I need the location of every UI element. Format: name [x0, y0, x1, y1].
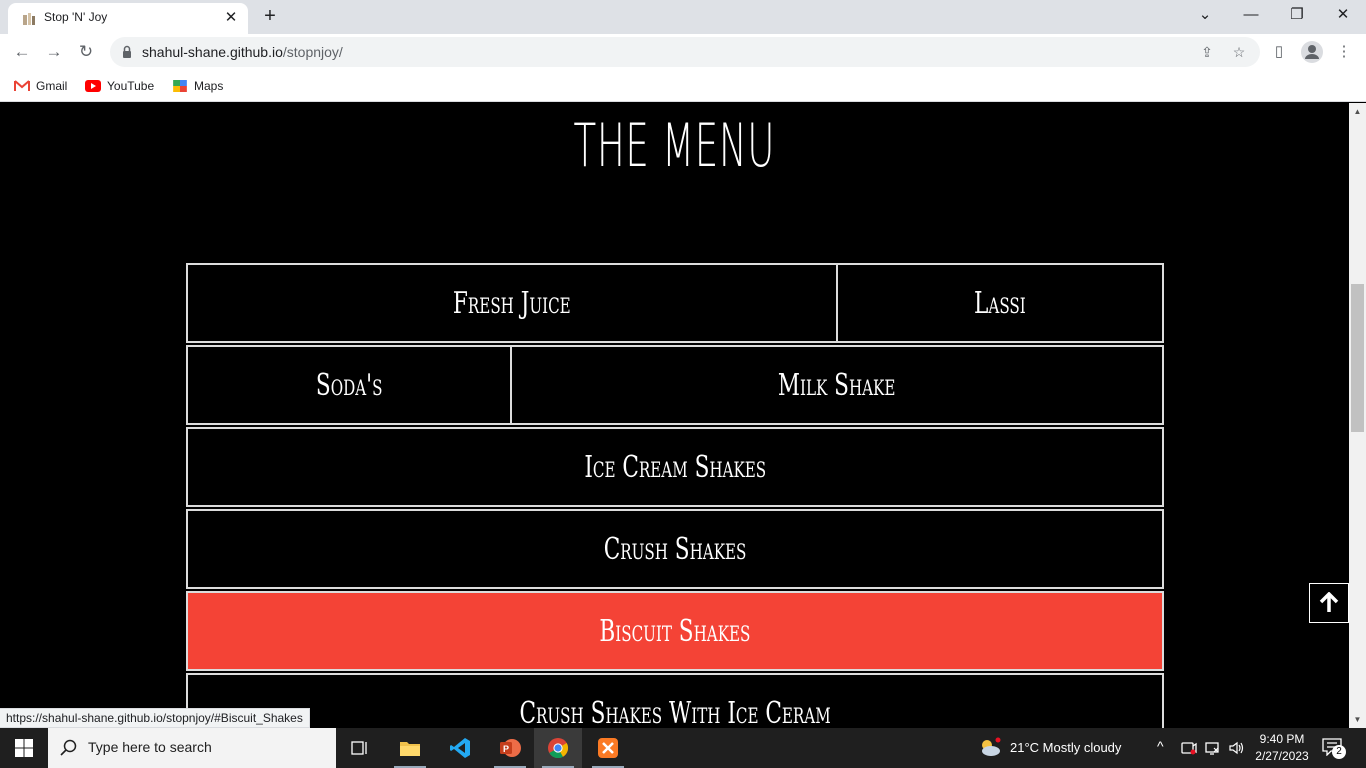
menu-item-crush-shakes[interactable]: Crush Shakes [186, 509, 1164, 589]
bookmark-label: Gmail [36, 79, 68, 93]
taskbar-clock[interactable]: 9:40 PM 2/27/2023 [1252, 731, 1312, 765]
chrome-menu-icon[interactable]: ⋮ [1332, 40, 1356, 64]
browser-toolbar: ← → ↻ shahul-shane.github.io/stopnjoy/ ⇪… [0, 34, 1366, 70]
youtube-icon [85, 79, 101, 92]
bookmark-gmail[interactable]: Gmail [14, 77, 67, 95]
bookmark-label: YouTube [107, 79, 155, 93]
menu-item-milk-shake[interactable]: Milk Shake [510, 345, 1164, 425]
weather-text[interactable]: 21°C Mostly cloudy [1010, 740, 1121, 755]
url-text: shahul-shane.github.io/stopnjoy/ [142, 44, 343, 60]
restore-icon[interactable]: ❐ [1274, 0, 1320, 30]
xampp-icon [598, 738, 618, 758]
taskbar-chrome[interactable] [534, 728, 582, 768]
page-scrollbar[interactable]: ▲ ▼ [1349, 103, 1366, 728]
menu-row: Fresh Juice Lassi [186, 263, 1164, 343]
network-icon[interactable] [1204, 740, 1220, 756]
gmail-icon [14, 80, 30, 91]
page-content: THE MENU Fresh Juice Lassi Soda's Milk S… [0, 103, 1349, 728]
tab-close-icon[interactable]: ✕ [222, 9, 240, 27]
back-to-top-button[interactable] [1309, 583, 1349, 623]
start-button[interactable] [0, 728, 48, 768]
search-placeholder: Type here to search [88, 739, 212, 755]
clock-time: 9:40 PM [1259, 732, 1305, 746]
tab-search-icon[interactable]: ⌄ [1182, 0, 1228, 30]
forward-icon[interactable]: → [40, 38, 68, 66]
weather-cloudy-icon[interactable] [976, 736, 1002, 758]
arrow-up-icon [1319, 592, 1339, 612]
notification-badge: 2 [1332, 745, 1346, 759]
share-icon[interactable]: ⇪ [1198, 43, 1216, 61]
taskbar-search[interactable]: Type here to search [48, 728, 336, 768]
url-path: /stopnjoy/ [282, 44, 343, 60]
task-view-icon [351, 741, 367, 755]
maps-icon [173, 79, 187, 92]
bookmarks-bar: Gmail YouTube Maps [0, 70, 1366, 102]
menu-item-label: Crush Shakes With Ice Ceram [519, 695, 831, 729]
vscode-icon [450, 738, 470, 758]
menu-item-fresh-juice[interactable]: Fresh Juice [186, 263, 838, 343]
new-tab-icon[interactable]: + [259, 5, 281, 27]
menu-item-label: Milk Shake [778, 367, 896, 403]
taskbar-xampp[interactable] [584, 728, 632, 768]
page-title: THE MENU [573, 111, 776, 181]
minimize-icon[interactable]: — [1228, 0, 1274, 30]
bookmark-maps[interactable]: Maps [172, 77, 223, 95]
tab-strip: Stop 'N' Joy ✕ + ⌄ — ❐ ✕ [0, 0, 1366, 34]
svg-text:P: P [503, 744, 509, 754]
volume-icon[interactable] [1228, 740, 1244, 756]
taskbar: Type here to search P 21°C Mostly cloudy… [0, 728, 1366, 768]
site-favicon-icon [23, 13, 35, 25]
scrollbar-thumb[interactable] [1351, 284, 1364, 432]
taskbar-vscode[interactable] [436, 728, 484, 768]
notifications-button[interactable]: 2 [1320, 736, 1348, 760]
lock-icon [123, 45, 131, 58]
menu-row: Crush Shakes With Ice Ceram [186, 673, 1164, 728]
profile-avatar-icon[interactable] [1300, 40, 1324, 64]
menu-row: Ice Cream Shakes [186, 427, 1164, 507]
menu-item-label: Soda's [315, 367, 383, 403]
address-bar[interactable]: shahul-shane.github.io/stopnjoy/ ⇪ ☆ [110, 37, 1260, 67]
taskbar-file-explorer[interactable] [386, 728, 434, 768]
menu-item-ice-cream-shakes[interactable]: Ice Cream Shakes [186, 427, 1164, 507]
bookmark-star-icon[interactable]: ☆ [1230, 43, 1248, 61]
menu-item-label: Ice Cream Shakes [584, 449, 766, 485]
taskbar-powerpoint[interactable]: P [486, 728, 534, 768]
back-icon[interactable]: ← [8, 38, 36, 66]
search-icon [60, 739, 77, 756]
folder-icon [400, 742, 420, 756]
menu-row: Soda's Milk Shake [186, 345, 1164, 425]
bookmark-youtube[interactable]: YouTube [85, 77, 154, 95]
menu-item-label: Crush Shakes [603, 531, 747, 567]
menu-item-crush-shakes-with-ice-ceram[interactable]: Crush Shakes With Ice Ceram [186, 673, 1164, 728]
link-status-bubble: https://shahul-shane.github.io/stopnjoy/… [0, 708, 310, 728]
browser-tab[interactable]: Stop 'N' Joy ✕ [8, 3, 248, 34]
url-host: shahul-shane.github.io [142, 44, 283, 60]
scroll-up-icon[interactable]: ▲ [1349, 103, 1366, 120]
windows-logo-icon [15, 739, 33, 757]
scroll-down-icon[interactable]: ▼ [1349, 711, 1366, 728]
menu-item-lassi[interactable]: Lassi [836, 263, 1164, 343]
close-window-icon[interactable]: ✕ [1320, 0, 1366, 30]
clock-date: 2/27/2023 [1255, 749, 1309, 763]
menu-row: Crush Shakes [186, 509, 1164, 589]
menu-item-label: Fresh Juice [453, 285, 571, 321]
task-view-button[interactable] [336, 728, 384, 768]
show-hidden-icons-icon[interactable]: ^ [1157, 738, 1164, 754]
menu-item-sodas[interactable]: Soda's [186, 345, 512, 425]
bookmark-label: Maps [194, 79, 224, 93]
menu-row: Biscuit Shakes [186, 591, 1164, 671]
menu-item-label: Lassi [974, 285, 1026, 321]
meet-now-icon[interactable] [1181, 740, 1197, 756]
menu-item-label: Biscuit Shakes [599, 613, 751, 649]
side-panel-icon[interactable]: ▯ [1267, 40, 1291, 64]
powerpoint-icon: P [500, 739, 521, 757]
reload-icon[interactable]: ↻ [72, 38, 100, 66]
menu-item-biscuit-shakes[interactable]: Biscuit Shakes [186, 591, 1164, 671]
chrome-icon [548, 738, 569, 759]
tab-title: Stop 'N' Joy [44, 10, 108, 24]
